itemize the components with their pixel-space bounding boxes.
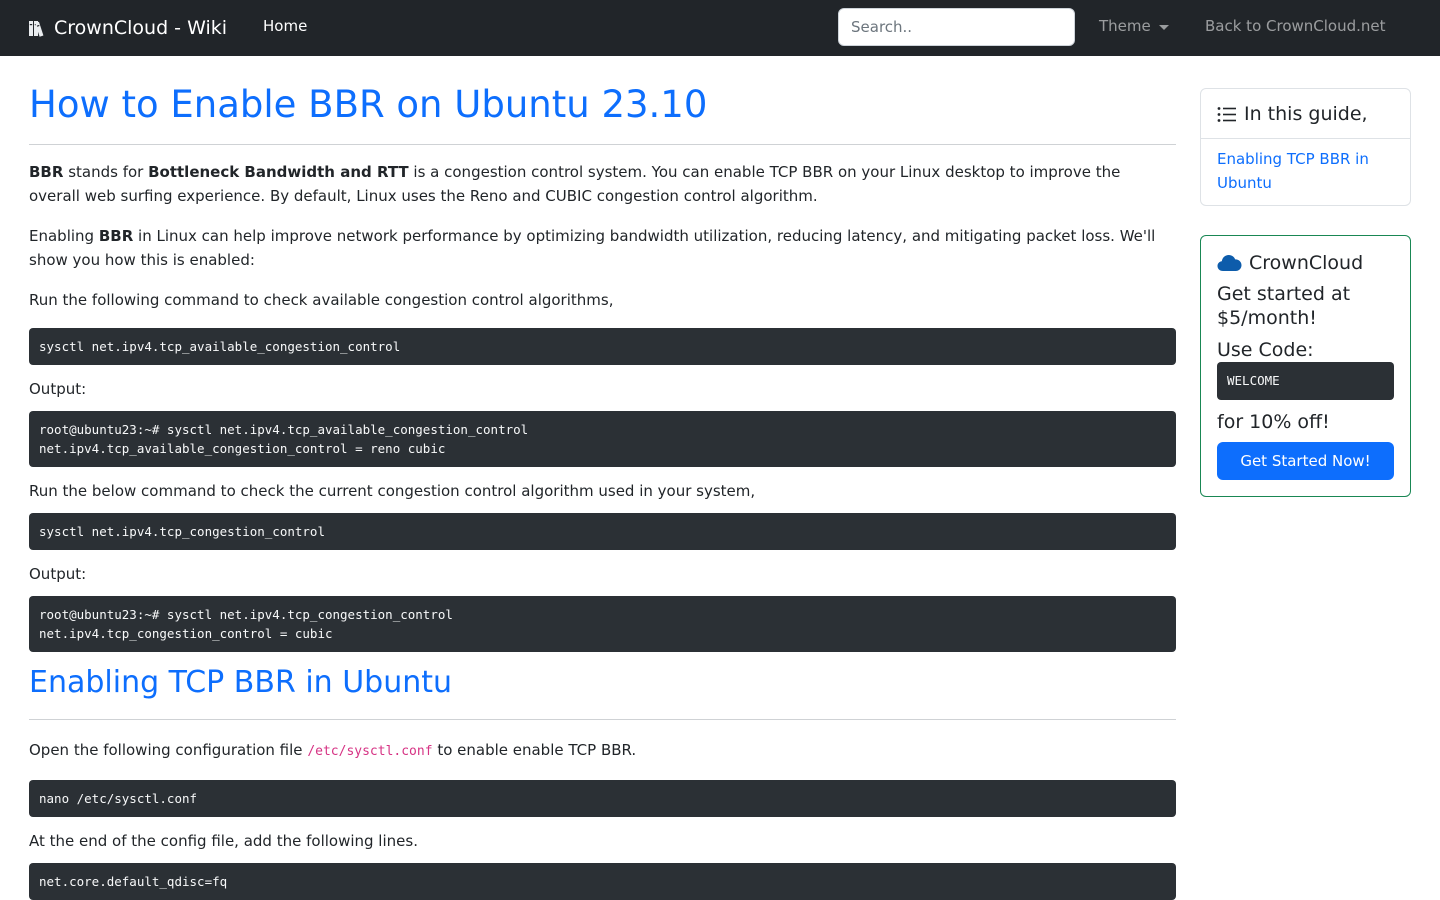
intro-stands-for: stands for	[63, 163, 149, 181]
guide-toc-body: Enabling TCP BBR in Ubuntu	[1201, 139, 1410, 205]
promo-card: CrownCloud Get started at $5/month! Use …	[1200, 235, 1411, 497]
bbr-term: BBR	[29, 163, 64, 181]
promo-use-code: Use Code:	[1217, 339, 1314, 361]
chevron-down-icon	[1158, 24, 1169, 30]
promo-title: CrownCloud	[1249, 252, 1364, 274]
step-check-available: Run the following command to check avail…	[29, 291, 614, 309]
open-config-rest: to enable enable TCP BBR.	[432, 741, 637, 759]
page-title: How to Enable BBR on Ubuntu 23.10	[29, 83, 708, 126]
promo-header: CrownCloud	[1217, 252, 1394, 274]
end-config-paragraph: At the end of the config file, add the f…	[29, 832, 418, 850]
title-divider	[29, 144, 1176, 145]
enabling-rest: in Linux can help improve network perfor…	[29, 227, 1156, 269]
code-block-nano-cmd[interactable]: nano /etc/sysctl.conf	[29, 780, 1176, 817]
theme-dropdown[interactable]: Theme	[1099, 17, 1169, 35]
enabling-lead: Enabling	[29, 227, 99, 245]
code-block-available-output[interactable]: root@ubuntu23:~# sysctl net.ipv4.tcp_ava…	[29, 411, 1176, 467]
guide-toc-card: In this guide, Enabling TCP BBR in Ubunt…	[1200, 88, 1411, 206]
section-divider	[29, 719, 1176, 720]
intro-paragraph: BBR stands for Bottleneck Bandwidth and …	[29, 160, 1176, 208]
code-block-config-lines[interactable]: net.core.default_qdisc=fq	[29, 863, 1176, 900]
article: How to Enable BBR on Ubuntu 23.10 BBR st…	[29, 56, 1176, 900]
section-title-enabling-bbr: Enabling TCP BBR in Ubuntu	[29, 665, 453, 700]
enabling-paragraph: Enabling BBR in Linux can help improve n…	[29, 224, 1176, 272]
theme-label: Theme	[1099, 17, 1151, 35]
open-config-paragraph: Open the following configuration file /e…	[29, 738, 1176, 764]
navbar: CrownCloud - Wiki Home Theme Back to Cro…	[0, 0, 1440, 56]
brand-text: CrownCloud - Wiki	[54, 17, 228, 39]
step-check-current: Run the below command to check the curre…	[29, 482, 756, 500]
guide-toc-header: In this guide,	[1201, 89, 1410, 139]
guide-toc-title: In this guide,	[1244, 103, 1368, 125]
output-label-2: Output:	[29, 565, 87, 583]
output-label: Output:	[29, 380, 87, 398]
books-icon	[29, 21, 44, 37]
back-to-crowncloud-link[interactable]: Back to CrownCloud.net	[1205, 17, 1386, 35]
brand-link[interactable]: CrownCloud - Wiki	[28, 14, 227, 42]
code-block-available-cmd[interactable]: sysctl net.ipv4.tcp_available_congestion…	[29, 328, 1176, 365]
bbr-term-2: BBR	[98, 227, 134, 245]
open-config-lead: Open the following configuration file	[29, 741, 308, 759]
promo-price: Get started at $5/month!	[1217, 283, 1351, 329]
bbr-expansion: Bottleneck Bandwidth and RTT	[148, 163, 409, 181]
promo-discount: for 10% off!	[1217, 411, 1330, 433]
list-icon	[1217, 106, 1236, 122]
search-input[interactable]	[838, 8, 1075, 46]
code-block-current-cmd[interactable]: sysctl net.ipv4.tcp_congestion_control	[29, 513, 1176, 550]
cloud-icon	[1217, 255, 1242, 271]
inline-code-sysctl-conf: /etc/sysctl.conf	[307, 744, 433, 759]
get-started-button[interactable]: Get Started Now!	[1217, 442, 1394, 480]
code-block-current-output[interactable]: root@ubuntu23:~# sysctl net.ipv4.tcp_con…	[29, 596, 1176, 652]
toc-link-enabling-bbr[interactable]: Enabling TCP BBR in Ubuntu	[1217, 147, 1394, 195]
nav-home-link[interactable]: Home	[263, 17, 307, 35]
promo-code[interactable]: WELCOME	[1217, 362, 1394, 400]
